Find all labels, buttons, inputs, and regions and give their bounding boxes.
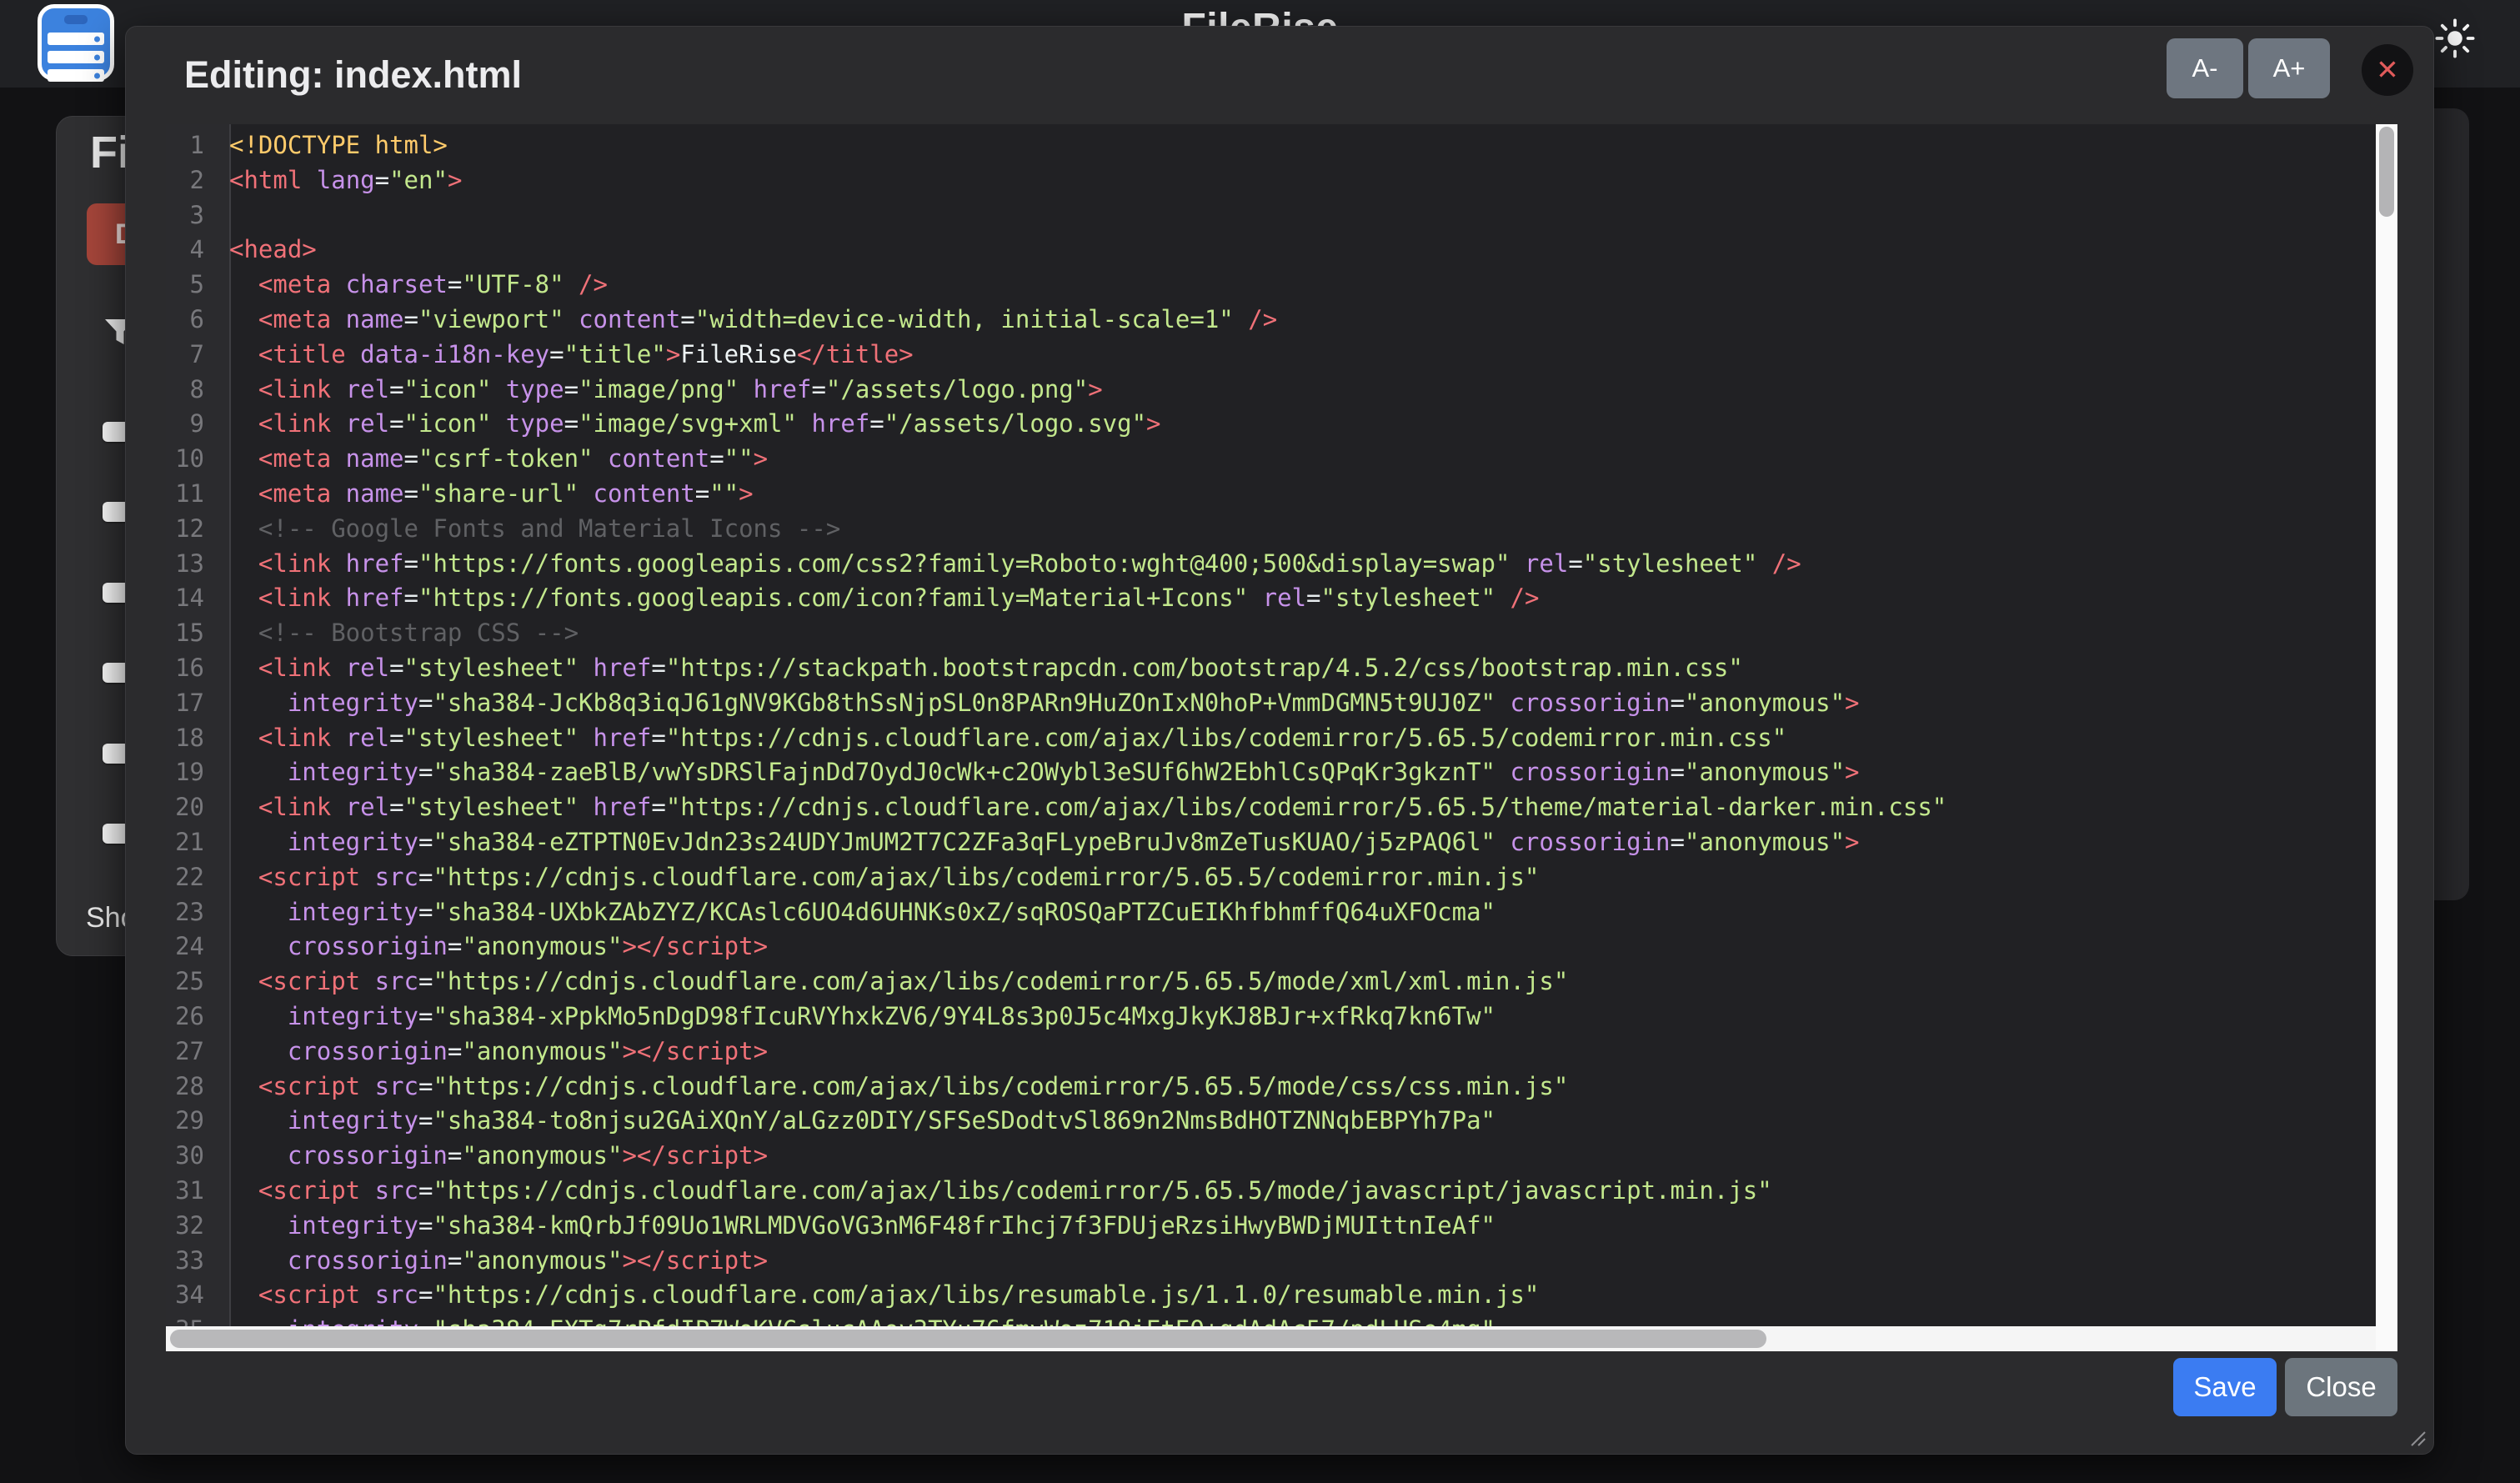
- line-number: 22: [166, 860, 218, 895]
- modal-close-icon[interactable]: ✕: [2362, 44, 2413, 96]
- line-number: 30: [166, 1139, 218, 1174]
- line-number: 10: [166, 442, 218, 477]
- code-line[interactable]: 9 <link rel="icon" type="image/svg+xml" …: [166, 407, 2397, 442]
- code-line[interactable]: 10 <meta name="csrf-token" content="">: [166, 442, 2397, 477]
- editor-modal: Editing: index.html A- A+ ✕ 1<!DOCTYPE h…: [125, 26, 2434, 1455]
- line-number: 18: [166, 721, 218, 756]
- line-number: 16: [166, 651, 218, 686]
- line-number: 25: [166, 964, 218, 1000]
- line-number: 13: [166, 547, 218, 582]
- line-number: 20: [166, 790, 218, 825]
- code-line[interactable]: 31 <script src="https://cdnjs.cloudflare…: [166, 1174, 2397, 1209]
- code-line[interactable]: 25 <script src="https://cdnjs.cloudflare…: [166, 964, 2397, 1000]
- horizontal-scrollbar[interactable]: [166, 1326, 2376, 1351]
- editor-modal-title: Editing: index.html: [184, 53, 522, 97]
- code-line[interactable]: 8 <link rel="icon" type="image/png" href…: [166, 373, 2397, 408]
- line-number: 32: [166, 1209, 218, 1244]
- code-line[interactable]: 15 <!-- Bootstrap CSS -->: [166, 616, 2397, 651]
- logo-drive-bar: [48, 33, 104, 45]
- code-line[interactable]: 19 integrity="sha384-zaeBlB/vwYsDRSlFajn…: [166, 755, 2397, 790]
- line-number: 17: [166, 686, 218, 721]
- line-number: 12: [166, 512, 218, 547]
- code-line[interactable]: 13 <link href="https://fonts.googleapis.…: [166, 547, 2397, 582]
- code-line[interactable]: 20 <link rel="stylesheet" href="https://…: [166, 790, 2397, 825]
- horizontal-scrollbar-thumb[interactable]: [170, 1330, 1766, 1348]
- code-line[interactable]: 24 crossorigin="anonymous"></script>: [166, 929, 2397, 964]
- code-line[interactable]: 5 <meta charset="UTF-8" />: [166, 268, 2397, 303]
- line-number: 29: [166, 1104, 218, 1139]
- line-number: 4: [166, 233, 218, 268]
- line-number: 1: [166, 128, 218, 163]
- line-number: 23: [166, 895, 218, 930]
- line-number: 3: [166, 198, 218, 233]
- line-number: 15: [166, 616, 218, 651]
- code-line[interactable]: 4<head>: [166, 233, 2397, 268]
- save-button[interactable]: Save: [2173, 1358, 2277, 1416]
- code-lines[interactable]: 1<!DOCTYPE html>2<html lang="en">34<head…: [166, 124, 2397, 1348]
- vertical-scrollbar-thumb[interactable]: [2379, 127, 2394, 217]
- code-line[interactable]: 26 integrity="sha384-xPpkMo5nDgD98fIcuRV…: [166, 1000, 2397, 1035]
- code-line[interactable]: 28 <script src="https://cdnjs.cloudflare…: [166, 1070, 2397, 1105]
- resize-handle[interactable]: [2407, 1427, 2427, 1447]
- line-number: 33: [166, 1244, 218, 1279]
- line-number: 19: [166, 755, 218, 790]
- filerise-app: FileRise Fi D Sho Editing: index.html A-…: [0, 0, 2520, 1483]
- line-number: 28: [166, 1070, 218, 1105]
- code-line[interactable]: 22 <script src="https://cdnjs.cloudflare…: [166, 860, 2397, 895]
- font-increase-button[interactable]: A+: [2248, 38, 2330, 98]
- logo-drive-bar: [48, 69, 104, 82]
- line-number: 11: [166, 477, 218, 512]
- code-line[interactable]: 29 integrity="sha384-to8njsu2GAiXQnY/aLG…: [166, 1104, 2397, 1139]
- code-line[interactable]: 7 <title data-i18n-key="title">FileRise<…: [166, 338, 2397, 373]
- code-line[interactable]: 3: [166, 198, 2397, 233]
- logo-drive-bar: [48, 51, 104, 63]
- line-number: 6: [166, 303, 218, 338]
- line-number: 31: [166, 1174, 218, 1209]
- line-number: 2: [166, 163, 218, 198]
- code-line[interactable]: 34 <script src="https://cdnjs.cloudflare…: [166, 1278, 2397, 1313]
- code-line[interactable]: 2<html lang="en">: [166, 163, 2397, 198]
- code-line[interactable]: 27 crossorigin="anonymous"></script>: [166, 1035, 2397, 1070]
- code-line[interactable]: 30 crossorigin="anonymous"></script>: [166, 1139, 2397, 1174]
- font-decrease-button[interactable]: A-: [2167, 38, 2243, 98]
- code-editor[interactable]: 1<!DOCTYPE html>2<html lang="en">34<head…: [166, 124, 2397, 1351]
- code-line[interactable]: 23 integrity="sha384-UXbkZAbZYZ/KCAslc6U…: [166, 895, 2397, 930]
- code-line[interactable]: 6 <meta name="viewport" content="width=d…: [166, 303, 2397, 338]
- line-number: 24: [166, 929, 218, 964]
- code-line[interactable]: 12 <!-- Google Fonts and Material Icons …: [166, 512, 2397, 547]
- filerise-logo-icon: [38, 4, 114, 81]
- code-line[interactable]: 11 <meta name="share-url" content="">: [166, 477, 2397, 512]
- code-line[interactable]: 1<!DOCTYPE html>: [166, 128, 2397, 163]
- line-number: 5: [166, 268, 218, 303]
- line-number: 7: [166, 338, 218, 373]
- light-mode-toggle-icon[interactable]: [2435, 18, 2475, 58]
- logo-notch: [64, 15, 88, 24]
- line-number: 21: [166, 825, 218, 860]
- line-number: 8: [166, 373, 218, 408]
- code-line[interactable]: 21 integrity="sha384-eZTPTN0EvJdn23s24UD…: [166, 825, 2397, 860]
- code-line[interactable]: 33 crossorigin="anonymous"></script>: [166, 1244, 2397, 1279]
- vertical-scrollbar[interactable]: [2376, 124, 2397, 1351]
- editor-modal-header: Editing: index.html A- A+ ✕: [126, 27, 2433, 124]
- code-line[interactable]: 18 <link rel="stylesheet" href="https://…: [166, 721, 2397, 756]
- code-line[interactable]: 14 <link href="https://fonts.googleapis.…: [166, 581, 2397, 616]
- code-line[interactable]: 32 integrity="sha384-kmQrbJf09Uo1WRLMDVG…: [166, 1209, 2397, 1244]
- line-number: 9: [166, 407, 218, 442]
- line-number: 34: [166, 1278, 218, 1313]
- line-number: 27: [166, 1035, 218, 1070]
- code-line[interactable]: 16 <link rel="stylesheet" href="https://…: [166, 651, 2397, 686]
- line-number: 14: [166, 581, 218, 616]
- code-line[interactable]: 17 integrity="sha384-JcKb8q3iqJ61gNV9KGb…: [166, 686, 2397, 721]
- close-button[interactable]: Close: [2285, 1358, 2397, 1416]
- line-number: 26: [166, 1000, 218, 1035]
